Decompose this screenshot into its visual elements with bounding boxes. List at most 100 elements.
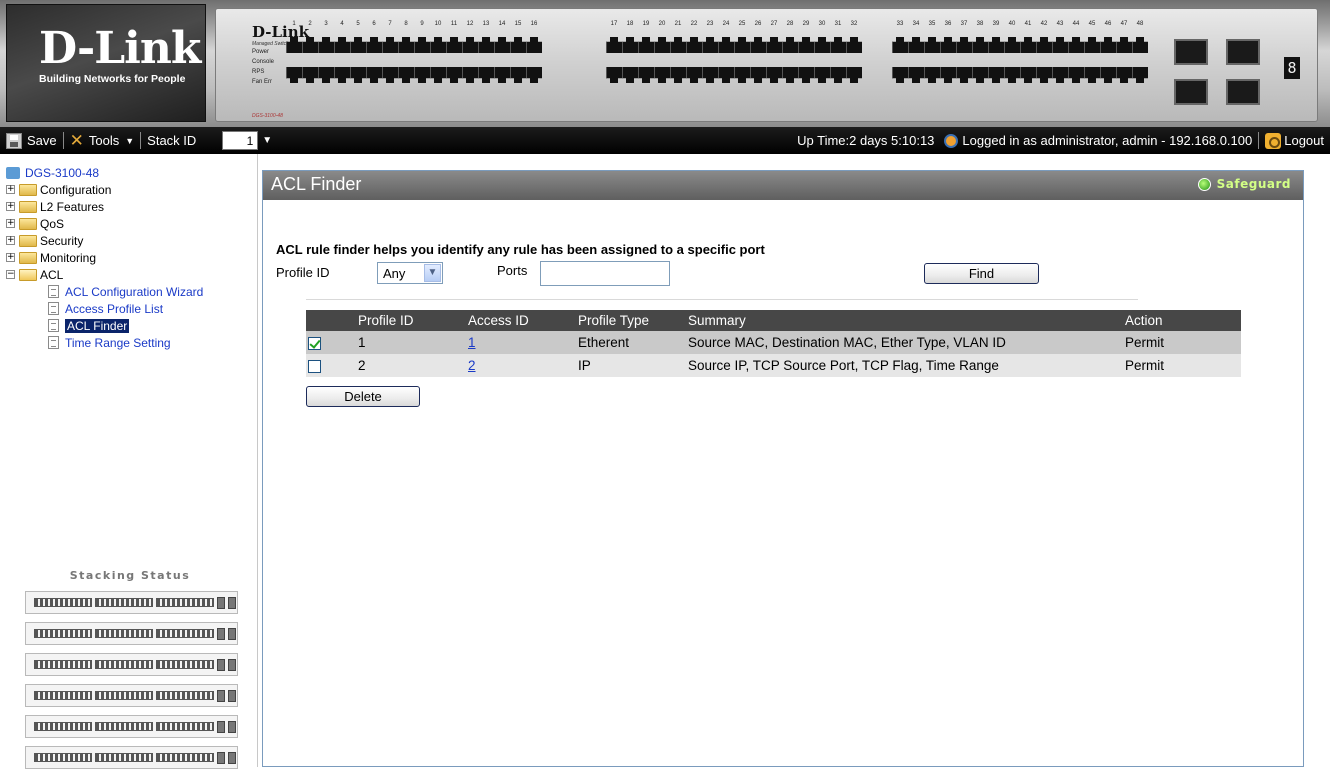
tree-folder-monitoring[interactable]: + Monitoring bbox=[6, 249, 203, 266]
unit-port-block bbox=[228, 720, 236, 733]
page-icon bbox=[48, 302, 59, 315]
ethernet-port-icon bbox=[478, 67, 494, 83]
led-fan-err-label: Fan Err bbox=[252, 79, 273, 85]
tree-folder-qos[interactable]: + QoS bbox=[6, 215, 203, 232]
expand-icon[interactable]: + bbox=[6, 219, 15, 228]
profile-id-cell: 1 bbox=[358, 331, 468, 354]
tree-item-access-profile-list[interactable]: Access Profile List bbox=[6, 300, 203, 317]
chevron-down-icon[interactable]: ▼ bbox=[262, 135, 272, 146]
unit-port-block bbox=[34, 598, 92, 607]
ethernet-port-icon bbox=[318, 37, 334, 53]
logout-button[interactable]: Logout bbox=[1259, 127, 1330, 154]
port-number-label: 27 bbox=[770, 21, 778, 27]
port-number-label: 7 bbox=[388, 21, 392, 27]
tree-item-acl-finder[interactable]: ACL Finder bbox=[6, 317, 203, 334]
expand-icon[interactable]: + bbox=[6, 185, 15, 194]
stack-id-select[interactable]: 1 bbox=[222, 131, 259, 150]
access-id-link[interactable]: 2 bbox=[468, 358, 476, 373]
intro-text: ACL rule finder helps you identify any r… bbox=[276, 242, 765, 257]
port-number-label: 37 bbox=[960, 21, 968, 27]
save-button[interactable]: Save bbox=[0, 127, 63, 154]
collapse-icon[interactable]: − bbox=[6, 270, 15, 279]
port-row bbox=[286, 67, 542, 83]
col-header-profile-type: Profile Type bbox=[578, 310, 688, 331]
safeguard-label: Safeguard bbox=[1216, 177, 1291, 191]
tree-folder-l2-features[interactable]: + L2 Features bbox=[6, 198, 203, 215]
port-number-label: 34 bbox=[912, 21, 920, 27]
stack-unit-icon[interactable] bbox=[25, 653, 238, 676]
unit-port-block bbox=[34, 722, 92, 731]
port-number-label: 30 bbox=[818, 21, 826, 27]
chevron-down-icon: ▼ bbox=[125, 135, 135, 146]
ethernet-port-icon bbox=[414, 37, 430, 53]
tree-folder-acl[interactable]: − ACL bbox=[6, 266, 203, 283]
row-checkbox[interactable] bbox=[308, 359, 321, 373]
ethernet-port-icon bbox=[430, 67, 446, 83]
port-number-label: 41 bbox=[1024, 21, 1032, 27]
ethernet-port-icon bbox=[1052, 67, 1068, 83]
device-model: DGS-3100-48 bbox=[252, 113, 283, 119]
port-number-label: 6 bbox=[372, 21, 376, 27]
expand-icon[interactable]: + bbox=[6, 236, 15, 245]
ethernet-port-icon bbox=[606, 37, 622, 53]
port-number-label: 38 bbox=[976, 21, 984, 27]
page-icon bbox=[48, 319, 59, 332]
ethernet-port-icon bbox=[846, 67, 862, 83]
tree-folder-security[interactable]: + Security bbox=[6, 232, 203, 249]
port-number-label: 33 bbox=[896, 21, 904, 27]
ethernet-port-icon bbox=[638, 67, 654, 83]
profile-id-select[interactable]: Any ▼ bbox=[377, 262, 443, 284]
expand-icon[interactable]: + bbox=[6, 202, 15, 211]
ethernet-port-icon bbox=[1052, 37, 1068, 53]
access-id-link[interactable]: 1 bbox=[468, 335, 476, 350]
ethernet-port-icon bbox=[398, 67, 414, 83]
tree-item-label: Access Profile List bbox=[65, 301, 164, 316]
unit-port-block bbox=[228, 751, 236, 764]
ethernet-port-icon bbox=[526, 67, 542, 83]
port-number-label: 35 bbox=[928, 21, 936, 27]
stack-unit-icon[interactable] bbox=[25, 715, 238, 738]
ethernet-port-icon bbox=[830, 37, 846, 53]
folder-icon bbox=[19, 234, 37, 247]
port-number-label: 11 bbox=[450, 21, 458, 27]
port-row bbox=[606, 37, 862, 53]
ethernet-port-icon bbox=[654, 67, 670, 83]
unit-port-block bbox=[34, 629, 92, 638]
tools-menu-button[interactable]: ✕ Tools ▼ bbox=[64, 127, 141, 154]
profile-type-cell: Etherent bbox=[578, 331, 688, 354]
ethernet-port-icon bbox=[366, 67, 382, 83]
unit-port-block bbox=[34, 660, 92, 669]
ethernet-port-icon bbox=[398, 37, 414, 53]
find-button[interactable]: Find bbox=[924, 263, 1039, 284]
ports-input[interactable] bbox=[540, 261, 670, 286]
chevron-down-icon[interactable]: ▼ bbox=[424, 264, 441, 282]
expand-icon[interactable]: + bbox=[6, 253, 15, 262]
tree-item-acl-configuration-wizard[interactable]: ACL Configuration Wizard bbox=[6, 283, 203, 300]
divider bbox=[306, 299, 1138, 300]
ethernet-port-icon bbox=[798, 37, 814, 53]
ethernet-port-icon bbox=[908, 37, 924, 53]
port-number-label: 26 bbox=[754, 21, 762, 27]
port-number-label: 5 bbox=[356, 21, 360, 27]
port-number-label: 43 bbox=[1056, 21, 1064, 27]
col-header-select bbox=[306, 310, 358, 331]
stack-unit-icon[interactable] bbox=[25, 684, 238, 707]
delete-button[interactable]: Delete bbox=[306, 386, 420, 407]
folder-label: L2 Features bbox=[40, 199, 105, 214]
row-checkbox[interactable] bbox=[308, 336, 321, 350]
port-row bbox=[606, 67, 862, 83]
header-banner: D-Link Building Networks for People D-Li… bbox=[0, 0, 1330, 127]
tree-root[interactable]: DGS-3100-48 bbox=[6, 164, 203, 181]
stack-unit-icon[interactable] bbox=[25, 591, 238, 614]
ethernet-port-icon bbox=[686, 37, 702, 53]
tree-item-time-range-setting[interactable]: Time Range Setting bbox=[6, 334, 203, 351]
port-number-label: 39 bbox=[992, 21, 1000, 27]
stack-unit-icon[interactable] bbox=[25, 622, 238, 645]
ethernet-port-icon bbox=[814, 67, 830, 83]
tree-folder-configuration[interactable]: + Configuration bbox=[6, 181, 203, 198]
stack-unit-icon[interactable] bbox=[25, 746, 238, 769]
ethernet-port-icon bbox=[940, 37, 956, 53]
port-number-label: 21 bbox=[674, 21, 682, 27]
ethernet-port-icon bbox=[766, 67, 782, 83]
led-console-label: Console bbox=[252, 59, 275, 65]
